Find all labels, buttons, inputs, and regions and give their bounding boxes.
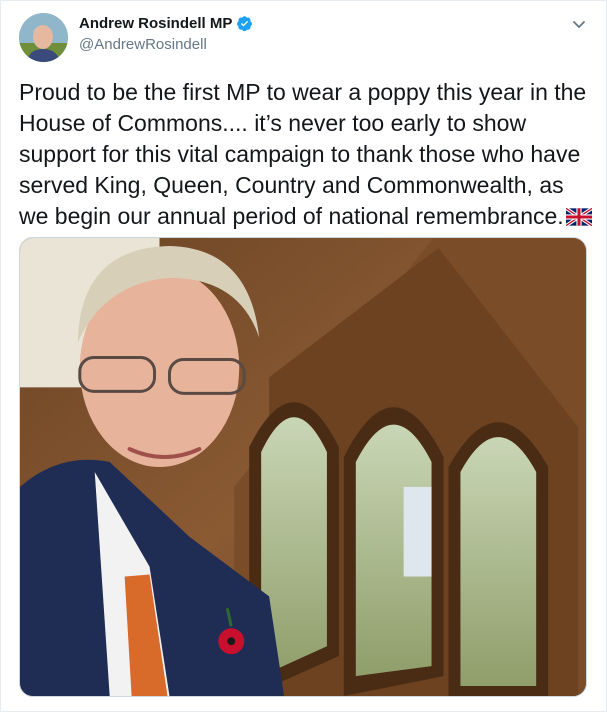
verified-badge-icon [236, 15, 253, 32]
tweet-text-body: Proud to be the first MP to wear a poppy… [19, 79, 587, 229]
tweet-text: Proud to be the first MP to wear a poppy… [19, 77, 594, 232]
uk-flag-icon [564, 203, 593, 228]
chevron-down-icon[interactable] [570, 15, 588, 33]
tweet-photo[interactable] [19, 237, 587, 697]
author-avatar[interactable] [19, 13, 68, 62]
author-info: Andrew Rosindell MP @AndrewRosindell [79, 15, 253, 53]
author-handle[interactable]: @AndrewRosindell [79, 36, 253, 53]
tweet-card: Andrew Rosindell MP @AndrewRosindell Pro… [0, 0, 607, 712]
author-display-name[interactable]: Andrew Rosindell MP [79, 15, 232, 32]
